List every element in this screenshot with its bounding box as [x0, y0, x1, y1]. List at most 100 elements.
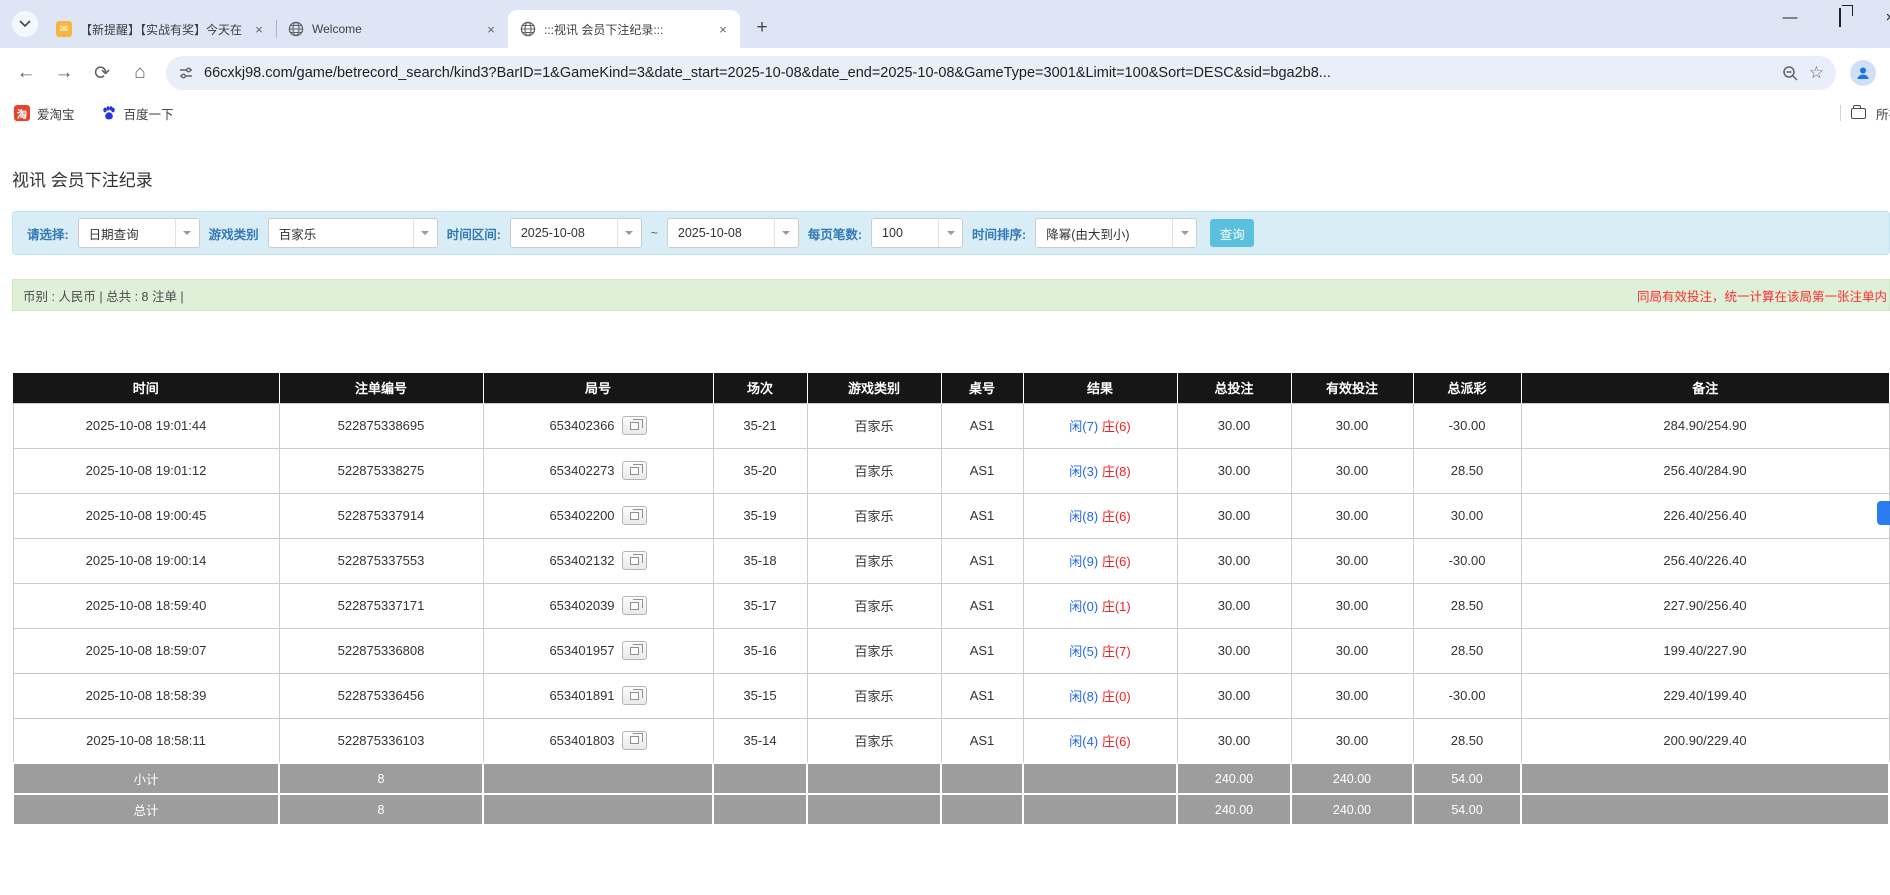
per-page-select[interactable]: 100: [871, 218, 963, 248]
scroll-top-button[interactable]: [1877, 501, 1890, 525]
cell-valid-bet: 30.00: [1291, 718, 1413, 763]
zoom-indicator-icon[interactable]: [1782, 65, 1799, 82]
summary-payout: 54.00: [1413, 794, 1521, 825]
url-text[interactable]: 66cxkj98.com/game/betrecord_search/kind3…: [204, 65, 1772, 81]
chevron-down-icon: [1172, 219, 1196, 247]
tab-bet-records[interactable]: :::视讯 会员下注纪录::: ×: [508, 10, 740, 48]
bet-records-table: 时间注单编号局号场次游戏类别桌号结果总投注有效投注总派彩备注 2025-10-0…: [12, 373, 1890, 826]
cell-game-kind: 百家乐: [807, 403, 941, 448]
round-no-text: 653402273: [549, 463, 614, 478]
per-page-label: 每页笔数:: [808, 224, 862, 243]
result-player: 闲(5): [1069, 644, 1098, 659]
summary-total-bet: 240.00: [1177, 794, 1291, 825]
profile-avatar[interactable]: [1850, 60, 1876, 86]
restore-button[interactable]: [1830, 9, 1850, 26]
cell-time: 2025-10-08 18:59:40: [13, 583, 279, 628]
cell-session: 35-16: [713, 628, 807, 673]
chevron-down-icon: [617, 219, 641, 247]
cell-total-bet[interactable]: 30.00: [1177, 538, 1291, 583]
search-button[interactable]: 查询: [1210, 219, 1254, 247]
cell-total-bet[interactable]: 30.00: [1177, 628, 1291, 673]
table-row: 2025-10-08 19:01:44522875338695653402366…: [13, 403, 1889, 448]
home-button[interactable]: ⌂: [128, 62, 152, 84]
cell-table-no: AS1: [941, 538, 1023, 583]
tab-search-button[interactable]: [12, 11, 38, 37]
cell-session: 35-18: [713, 538, 807, 583]
summary-row: 总计8240.00240.0054.00: [13, 794, 1889, 825]
address-bar[interactable]: 66cxkj98.com/game/betrecord_search/kind3…: [166, 56, 1836, 90]
round-no-text: 653401891: [549, 688, 614, 703]
cell-game-kind: 百家乐: [807, 718, 941, 763]
cell-table-no: AS1: [941, 583, 1023, 628]
tab-strip: ✉ 【新提醒】【实战有奖】今天在 × Welcome × :::视讯 会员下注纪…: [0, 0, 1890, 48]
cell-total-bet[interactable]: 30.00: [1177, 673, 1291, 718]
round-no-text: 653402366: [549, 418, 614, 433]
cell-valid-bet: 30.00: [1291, 403, 1413, 448]
cell-game-kind: 百家乐: [807, 493, 941, 538]
cell-remark: 200.90/229.40: [1521, 718, 1889, 763]
cell-total-bet[interactable]: 30.00: [1177, 583, 1291, 628]
cell-remark: 227.90/256.40: [1521, 583, 1889, 628]
reload-button[interactable]: ⟳: [90, 62, 114, 85]
cell-total-bet[interactable]: 30.00: [1177, 718, 1291, 763]
query-type-select[interactable]: 日期查询: [78, 218, 200, 248]
game-kind-select[interactable]: 百家乐: [268, 218, 438, 248]
cell-table-no: AS1: [941, 718, 1023, 763]
copy-icon: [630, 692, 639, 700]
copy-round-id-button[interactable]: [622, 506, 647, 525]
minimize-button[interactable]: —: [1780, 9, 1800, 26]
copy-round-id-button[interactable]: [622, 686, 647, 705]
forward-button[interactable]: →: [52, 62, 76, 84]
cell-total-bet[interactable]: 30.00: [1177, 493, 1291, 538]
tab-forum[interactable]: ✉ 【新提醒】【实战有奖】今天在 ×: [44, 10, 276, 48]
site-settings-icon[interactable]: [178, 65, 194, 81]
bookmark-star-icon[interactable]: ☆: [1809, 63, 1824, 83]
tab-welcome[interactable]: Welcome ×: [276, 10, 508, 48]
copy-round-id-button[interactable]: [622, 731, 647, 750]
chevron-down-icon: [19, 20, 31, 28]
close-tab-icon[interactable]: ×: [482, 20, 500, 38]
bookmark-baidu[interactable]: 百度一下: [101, 104, 174, 123]
table-row: 2025-10-08 19:01:12522875338275653402273…: [13, 448, 1889, 493]
result-player: 闲(4): [1069, 734, 1098, 749]
cell-payout: 28.50: [1413, 718, 1521, 763]
date-end-select[interactable]: 2025-10-08: [667, 218, 799, 248]
close-button[interactable]: ×: [1880, 9, 1890, 26]
notice-text: 同局有效投注，统一计算在该局第一张注单内: [1637, 286, 1887, 305]
round-no-text: 653401957: [549, 643, 614, 658]
date-start-select[interactable]: 2025-10-08: [510, 218, 642, 248]
copy-round-id-button[interactable]: [622, 461, 647, 480]
round-no-text: 653402132: [549, 553, 614, 568]
copy-round-id-button[interactable]: [622, 551, 647, 570]
cell-result: 闲(5) 庄(7): [1023, 628, 1177, 673]
bookmark-taobao[interactable]: 淘 爱淘宝: [14, 104, 75, 123]
cell-session: 35-20: [713, 448, 807, 493]
table-row: 2025-10-08 19:00:45522875337914653402200…: [13, 493, 1889, 538]
new-tab-button[interactable]: +: [748, 14, 776, 42]
cell-table-no: AS1: [941, 673, 1023, 718]
summary-count: 8: [279, 763, 483, 794]
all-bookmarks[interactable]: 所有书签: [1840, 98, 1890, 128]
column-header: 结果: [1023, 373, 1177, 403]
cell-total-bet[interactable]: 30.00: [1177, 448, 1291, 493]
copy-round-id-button[interactable]: [622, 641, 647, 660]
chevron-down-icon: [413, 219, 437, 247]
copy-round-id-button[interactable]: [622, 596, 647, 615]
column-header: 注单编号: [279, 373, 483, 403]
round-no-text: 653402039: [549, 598, 614, 613]
sort-select[interactable]: 降幂(由大到小): [1035, 218, 1197, 248]
close-tab-icon[interactable]: ×: [714, 20, 732, 38]
cell-time: 2025-10-08 19:00:14: [13, 538, 279, 583]
column-header: 游戏类别: [807, 373, 941, 403]
restore-icon: [1839, 8, 1841, 27]
cell-result: 闲(8) 庄(0): [1023, 673, 1177, 718]
cell-total-bet[interactable]: 30.00: [1177, 403, 1291, 448]
copy-icon: [630, 736, 639, 744]
close-tab-icon[interactable]: ×: [250, 20, 268, 38]
cell-round-no: 653402200: [483, 493, 713, 538]
cell-session: 35-15: [713, 673, 807, 718]
copy-round-id-button[interactable]: [622, 416, 647, 435]
cell-game-kind: 百家乐: [807, 448, 941, 493]
back-button[interactable]: ←: [14, 62, 38, 84]
cell-bet-no: 522875336456: [279, 673, 483, 718]
